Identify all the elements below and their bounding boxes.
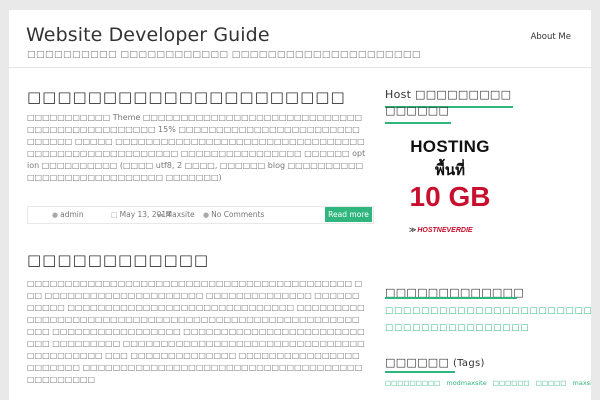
post-author-label: admin [60, 210, 84, 219]
ad-line-space: พื้นที่ [434, 162, 466, 179]
post-category[interactable]: ▬ Maxsite [157, 210, 195, 219]
hostneverdie-logo: ≫HOSTNEVERDIE [409, 226, 473, 234]
widget-title-underline [385, 371, 455, 373]
calendar-icon: □ [111, 211, 118, 219]
tag-link[interactable]: modmaxsite [446, 379, 486, 387]
post-title[interactable]: □□□□□□□□□□□□ [27, 251, 207, 269]
tag-link[interactable]: □□□□□□ [493, 379, 530, 387]
user-icon: ● [52, 211, 59, 219]
tag-link[interactable]: □□□□□ [536, 379, 567, 387]
ad-line-size: 10 GB [409, 181, 491, 212]
comment-icon: ● [203, 211, 210, 219]
post-meta-bar: ● admin □ May 13, 2014 ▬ Maxsite ● No Commen… [27, 206, 374, 224]
read-more-button[interactable]: Read more [325, 207, 372, 222]
post-excerpt: □□□□□□□□□□□ Theme □□□□□□□□□□□□□□□□□□□□□□… [27, 113, 366, 182]
post-comments-label: No Comments [211, 210, 265, 219]
widget-title-tags: □□□□□□ (Tags) [385, 356, 485, 369]
widget-title-host-line2: □□□□□□ [385, 104, 450, 117]
site-header: Website Developer Guide □□□□□□□□□□ □□□□□… [9, 10, 591, 68]
widget-title-underline [385, 297, 517, 299]
ad-line-hosting: HOSTING [410, 137, 490, 156]
site-title[interactable]: Website Developer Guide [26, 24, 270, 46]
folder-icon: ▬ [157, 211, 164, 219]
nav-about-me[interactable]: About Me [531, 32, 571, 42]
post-category-label: Maxsite [165, 210, 195, 219]
tag-link[interactable]: maxsite [573, 379, 591, 387]
post-comments[interactable]: ● No Comments [203, 210, 264, 219]
widget-title-underline [385, 122, 451, 124]
tags-title-label: □□□□□□ [385, 356, 450, 369]
post-author[interactable]: ● admin [52, 210, 84, 219]
recent-post-link[interactable]: □□□□□□□□□□□□□□□□□□□□□□□□□□ [385, 306, 591, 316]
tag-cloud: □□□□□□□□□ modmaxsite □□□□□□ □□□□□ maxsit… [385, 379, 591, 387]
widget-title-host: Host □□□□□□□□□ [385, 88, 512, 101]
post-excerpt: □□□□□□□□□□□□□□□□□□□□□□□□□□□□□□□□□□□□□□□□… [27, 279, 365, 384]
hosting-ad-banner[interactable]: HOSTING พื้นที่ 10 GB ≫HOSTNEVERDIE [405, 137, 495, 247]
post-title[interactable]: □□□□□□□□□□□□□□□□□□□□□□□□ [27, 88, 347, 106]
logo-swoosh-icon: ≫ [409, 227, 417, 234]
recent-post-link[interactable]: □□□□□□□□□□□□□□□□ [385, 323, 530, 333]
tag-link[interactable]: □□□□□□□□□ [385, 379, 440, 387]
logo-text: HOSTNEVERDIE [417, 227, 473, 234]
page: Website Developer Guide □□□□□□□□□□ □□□□□… [9, 10, 591, 400]
site-tagline: □□□□□□□□□□ □□□□□□□□□□□□ □□□□□□□□□□□□□□□□… [27, 50, 421, 60]
tags-title-paren: (Tags) [452, 358, 485, 369]
